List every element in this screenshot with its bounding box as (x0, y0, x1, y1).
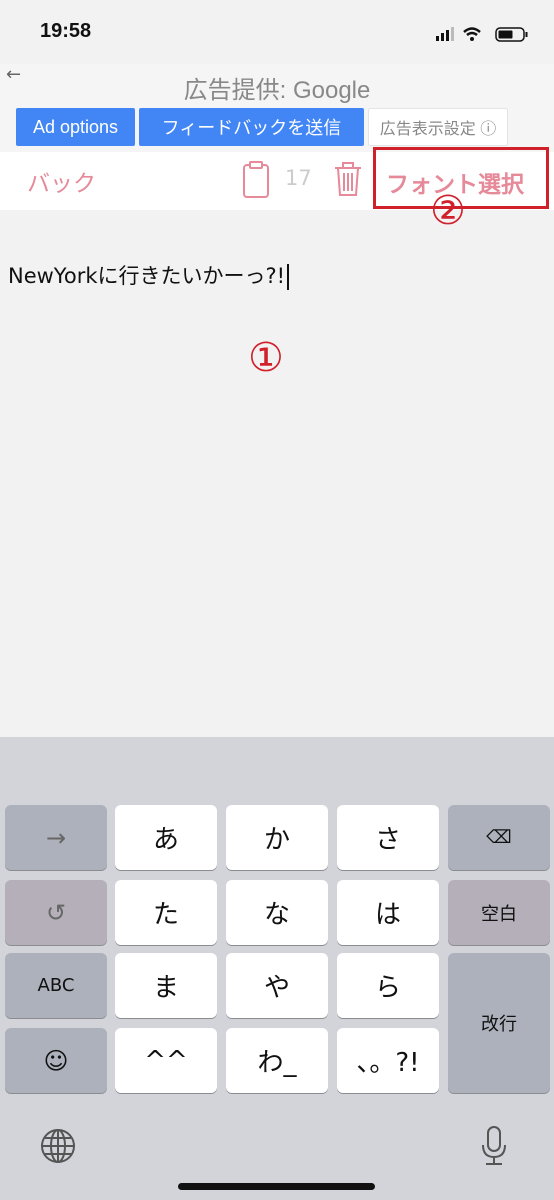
return-key[interactable]: 改行 (448, 953, 550, 1093)
ta-key[interactable]: た (115, 880, 217, 945)
undo-key[interactable]: ↺ (5, 880, 107, 945)
ha-key[interactable]: は (337, 880, 439, 945)
send-feedback-button[interactable]: フィードバックを送信 (139, 108, 364, 146)
abc-key[interactable]: ABC (5, 953, 107, 1018)
char-count: 17 (285, 166, 312, 190)
a-key[interactable]: あ (115, 805, 217, 870)
ad-title: 広告提供: Google (183, 77, 371, 104)
editor-content: NewYorkに行きたいかーっ?! (8, 264, 286, 288)
status-bar: 19:58 (0, 0, 554, 64)
home-indicator (178, 1183, 375, 1190)
ma-key[interactable]: ま (115, 953, 217, 1018)
trash-icon[interactable] (333, 160, 363, 198)
punctuation-key[interactable]: 、。?! (337, 1028, 439, 1093)
annotation-2: ② (430, 188, 466, 234)
emoji-key[interactable]: ☺ (5, 1028, 107, 1093)
globe-icon[interactable] (39, 1127, 77, 1165)
kaomoji-key[interactable]: ^^ (115, 1028, 217, 1093)
ra-key[interactable]: ら (337, 953, 439, 1018)
na-key[interactable]: な (226, 880, 328, 945)
text-editor[interactable]: NewYorkに行きたいかーっ?! (8, 260, 290, 290)
sa-key[interactable]: さ (337, 805, 439, 870)
delete-key[interactable]: ⌫ (448, 805, 550, 870)
microphone-icon[interactable] (480, 1125, 508, 1167)
ad-options-button[interactable]: Ad options (16, 108, 135, 146)
ka-key[interactable]: か (226, 805, 328, 870)
ya-key[interactable]: や (226, 953, 328, 1018)
annotation-1: ① (248, 335, 284, 381)
clipboard-icon[interactable] (242, 160, 270, 200)
back-button[interactable]: バック (27, 164, 96, 198)
text-caret (287, 264, 290, 290)
next-key[interactable]: → (5, 805, 107, 870)
wa-key[interactable]: わ_ (226, 1028, 328, 1093)
ad-settings-button[interactable]: 広告表示設定 ⓘ (368, 108, 508, 146)
status-icons (436, 27, 528, 42)
clock: 19:58 (40, 20, 92, 42)
space-key[interactable]: 空白 (448, 880, 550, 945)
